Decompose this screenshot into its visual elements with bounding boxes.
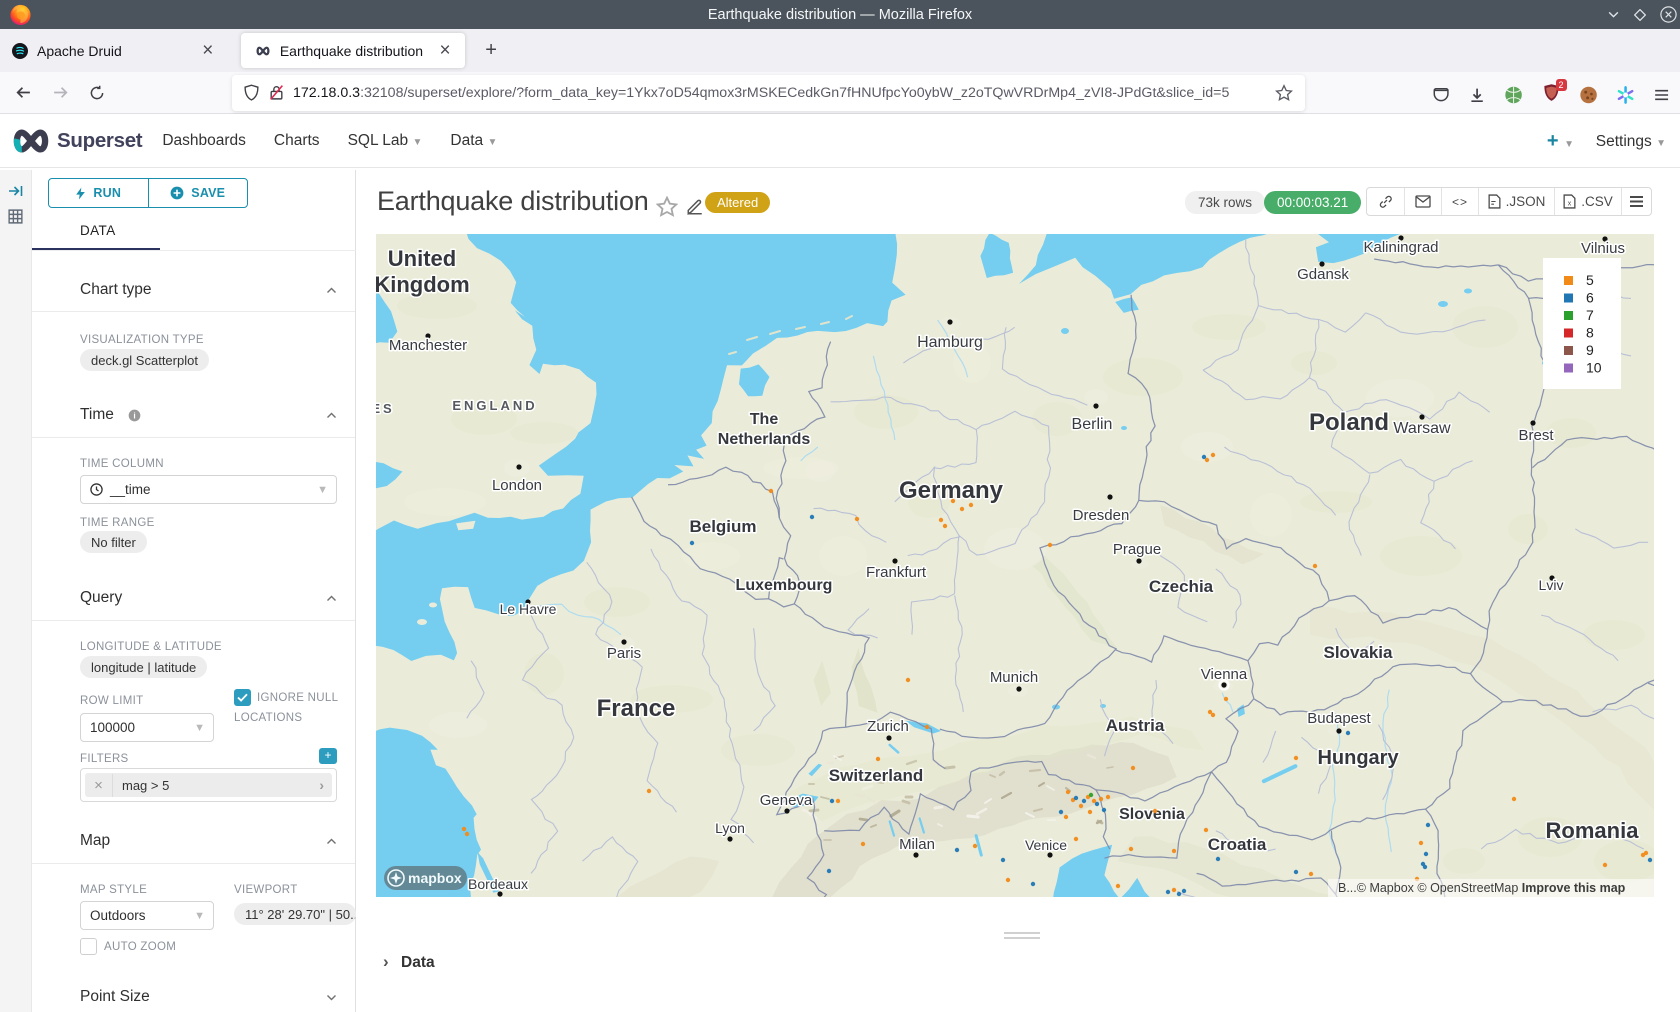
- svg-text:Zurich: Zurich: [867, 718, 909, 735]
- svg-text:Prague: Prague: [1113, 541, 1161, 558]
- svg-text:France: France: [597, 695, 676, 722]
- svg-text:x: x: [1568, 200, 1572, 207]
- svg-text:Geneva: Geneva: [760, 792, 813, 809]
- svg-text:Netherlands: Netherlands: [718, 431, 811, 448]
- svg-text:The: The: [750, 411, 779, 428]
- svg-text:Bordeaux: Bordeaux: [468, 876, 528, 892]
- svg-text:B...© Mapbox © OpenStreetMap I: B...© Mapbox © OpenStreetMap Improve thi…: [1338, 881, 1626, 895]
- svg-text:United: United: [388, 246, 456, 271]
- svg-text:Czechia: Czechia: [1149, 577, 1214, 596]
- svg-text:Manchester: Manchester: [389, 337, 467, 354]
- svg-text:Lyon: Lyon: [715, 820, 745, 836]
- svg-text:Dresden: Dresden: [1073, 507, 1130, 524]
- svg-text:10: 10: [1586, 360, 1602, 376]
- svg-text:9: 9: [1586, 342, 1594, 358]
- svg-text:Romania: Romania: [1546, 818, 1640, 843]
- svg-text:Munich: Munich: [990, 669, 1038, 686]
- svg-text:London: London: [492, 477, 542, 494]
- svg-text:Kaliningrad: Kaliningrad: [1363, 239, 1438, 256]
- svg-text:mapbox: mapbox: [408, 870, 462, 886]
- svg-text:Poland: Poland: [1309, 409, 1389, 436]
- svg-text:Frankfurt: Frankfurt: [866, 564, 927, 581]
- svg-text:ENGLAND: ENGLAND: [452, 398, 537, 413]
- svg-text:Paris: Paris: [607, 645, 641, 662]
- svg-text:Switzerland: Switzerland: [829, 766, 923, 785]
- svg-text:Austria: Austria: [1106, 716, 1165, 735]
- svg-text:Kingdom: Kingdom: [376, 272, 470, 297]
- svg-text:ES: ES: [376, 401, 395, 416]
- svg-text:6: 6: [1586, 290, 1594, 306]
- svg-text:5: 5: [1586, 272, 1594, 288]
- svg-text:Slovenia: Slovenia: [1119, 806, 1185, 823]
- svg-text:Vilnius: Vilnius: [1581, 240, 1625, 257]
- svg-text:8: 8: [1586, 325, 1594, 341]
- svg-text:Belgium: Belgium: [689, 517, 756, 536]
- svg-text:Hungary: Hungary: [1317, 747, 1399, 769]
- svg-text:Venice: Venice: [1025, 837, 1067, 853]
- svg-text:Berlin: Berlin: [1072, 416, 1113, 433]
- svg-text:Croatia: Croatia: [1208, 835, 1267, 854]
- svg-text:Hamburg: Hamburg: [917, 334, 983, 351]
- svg-text:Gdansk: Gdansk: [1297, 266, 1349, 283]
- svg-text:Le Havre: Le Havre: [500, 601, 557, 617]
- svg-text:Slovakia: Slovakia: [1324, 643, 1394, 662]
- svg-text:Warsaw: Warsaw: [1393, 420, 1451, 437]
- svg-text:Lviv: Lviv: [1539, 577, 1564, 593]
- svg-text:i: i: [133, 410, 135, 420]
- svg-text:Brest: Brest: [1518, 427, 1554, 444]
- svg-text:7: 7: [1586, 307, 1594, 323]
- svg-text:Vienna: Vienna: [1201, 666, 1248, 683]
- svg-text:Budapest: Budapest: [1307, 710, 1371, 727]
- svg-text:Milan: Milan: [899, 836, 935, 853]
- svg-text:Luxembourg: Luxembourg: [736, 577, 833, 594]
